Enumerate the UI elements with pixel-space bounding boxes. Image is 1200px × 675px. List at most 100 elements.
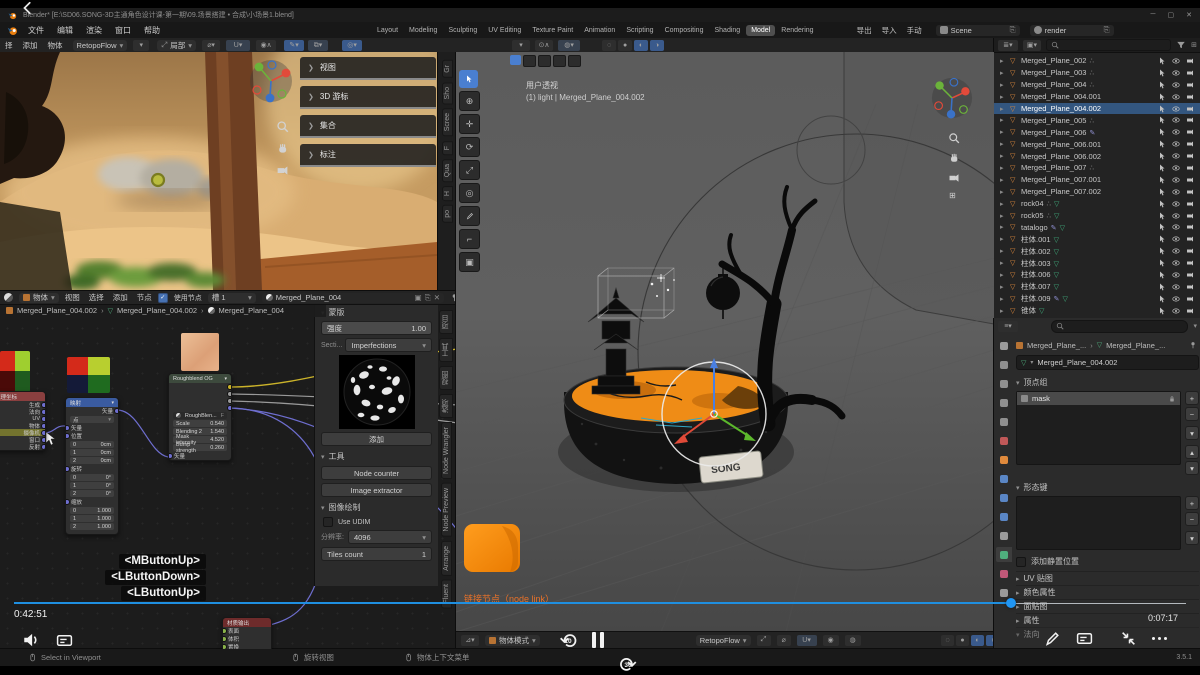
material-shading-icon[interactable]: ◐ <box>971 635 984 646</box>
zoom-icon[interactable] <box>276 120 289 133</box>
shader-editor-type-icon[interactable] <box>4 293 13 302</box>
value-field[interactable]: 11.000 <box>70 515 114 522</box>
object-name[interactable]: Merged_Plane_006 <box>1021 128 1086 137</box>
group-value-field[interactable]: Scale0.540 <box>173 420 227 427</box>
retopoflow-menu[interactable]: RetopoFlow▾ <box>696 635 751 646</box>
camera-render-visibility-icon[interactable] <box>1186 93 1194 101</box>
hide-eye-icon[interactable] <box>1172 176 1180 184</box>
selectable-cursor-icon[interactable] <box>1158 152 1166 160</box>
hide-eye-icon[interactable] <box>1172 223 1180 231</box>
navigation-gizmo[interactable] <box>930 76 974 120</box>
section-dropdown[interactable]: Imperfections▾ <box>345 338 432 352</box>
node-output-row[interactable]: 法向 <box>0 408 45 415</box>
properties-tab[interactable] <box>996 357 1012 372</box>
lock-icon[interactable] <box>1168 395 1176 403</box>
outliner-row[interactable]: ▸ ▽ Merged_Plane_007.001 <box>994 174 1200 186</box>
object-name[interactable]: Merged_Plane_003 <box>1021 68 1086 77</box>
workspace-tab[interactable]: Modeling <box>404 25 442 36</box>
sidebar-panel-header[interactable]: ❯ 标注 <box>300 144 436 167</box>
pan-hand-icon[interactable] <box>948 152 960 164</box>
hide-eye-icon[interactable] <box>1172 259 1180 267</box>
workspace-tab[interactable]: Model <box>746 25 775 36</box>
filter-funnel-icon[interactable] <box>1176 40 1186 50</box>
outliner-filter-collection-icon[interactable]: ▣▾ <box>1023 40 1041 51</box>
expand-arrow-icon[interactable]: ▸ <box>1000 81 1010 89</box>
select-box-tool[interactable] <box>459 70 478 88</box>
outliner-row[interactable]: ▸ ▽ 柱体.009 ✎▽ <box>994 293 1200 305</box>
camera-render-visibility-icon[interactable] <box>1186 200 1194 208</box>
hide-eye-icon[interactable] <box>1172 152 1180 160</box>
object-name[interactable]: Merged_Plane_007.001 <box>1021 175 1101 184</box>
data-name-field[interactable]: ▽ ▾ Merged_Plane_004.002 <box>1016 355 1199 370</box>
blender-menu-logo-icon[interactable] <box>7 25 18 36</box>
expand-arrow-icon[interactable]: ▸ <box>1000 57 1010 65</box>
camera-render-visibility-icon[interactable] <box>1186 307 1194 315</box>
camera-render-visibility-icon[interactable] <box>1186 81 1194 89</box>
object-name[interactable]: Merged_Plane_005 <box>1021 116 1086 125</box>
value-field[interactable]: 21.000 <box>70 523 114 530</box>
object-name[interactable]: Merged_Plane_004.001 <box>1021 92 1101 101</box>
node-sidebar-tab[interactable]: Node Wrangler <box>441 422 452 479</box>
camera-render-visibility-icon[interactable] <box>1186 128 1194 136</box>
sidebar-tab[interactable]: H <box>442 186 453 201</box>
workspace-tab[interactable]: Texture Paint <box>527 25 578 36</box>
object-name[interactable]: 柱体.009 <box>1021 293 1051 304</box>
properties-tab[interactable] <box>996 547 1012 562</box>
expand-arrow-icon[interactable]: ▸ <box>1000 271 1010 279</box>
outliner-row[interactable]: ▸ ▽ 锥体 ▽ <box>994 305 1200 317</box>
expand-arrow-icon[interactable]: ▸ <box>1000 307 1010 315</box>
roughblend-group-node[interactable]: Roughblend OG▾ RoughBlen...F Scale0.540B… <box>168 373 232 461</box>
selectable-cursor-icon[interactable] <box>1158 307 1166 315</box>
vertex-group-row[interactable]: mask <box>1017 392 1180 405</box>
shape-key-specials-button[interactable]: ▾ <box>1185 531 1199 545</box>
tiles-count-field[interactable]: Tiles count1 <box>321 547 432 561</box>
object-name[interactable]: Merged_Plane_006.002 <box>1021 152 1101 161</box>
selectable-cursor-icon[interactable] <box>1158 235 1166 243</box>
wireframe-shading-icon[interactable]: ◌ <box>941 635 954 646</box>
expand-arrow-icon[interactable]: ▸ <box>1000 116 1010 124</box>
add-group-button[interactable]: + <box>1185 391 1199 405</box>
hide-eye-icon[interactable] <box>1172 93 1180 101</box>
move-up-button[interactable]: ▴ <box>1185 445 1199 459</box>
hide-eye-icon[interactable] <box>1172 81 1180 89</box>
outliner-row[interactable]: ▸ ▽ 柱体.002 ▽ <box>994 245 1200 257</box>
selectable-cursor-icon[interactable] <box>1158 200 1166 208</box>
object-name[interactable]: Merged_Plane_007.002 <box>1021 187 1101 196</box>
selectable-cursor-icon[interactable] <box>1158 176 1166 184</box>
outliner-row[interactable]: ▸ ▽ Merged_Plane_006 ✎ <box>994 126 1200 138</box>
outliner-search-input[interactable] <box>1046 39 1171 51</box>
outliner-row[interactable]: ▸ ▽ Merged_Plane_006.002 <box>994 150 1200 162</box>
view-layer-copy-icon[interactable]: ⎘ <box>1104 25 1110 35</box>
hide-eye-icon[interactable] <box>1172 200 1180 208</box>
camera-render-visibility-icon[interactable] <box>1186 295 1194 303</box>
view-layer-selector[interactable]: render ⎘ <box>1030 25 1114 36</box>
sidebar-tab[interactable]: F <box>442 141 453 155</box>
view-object-types-icon[interactable]: ▾ <box>512 40 530 51</box>
select-mode-icon[interactable] <box>538 55 551 67</box>
hide-eye-icon[interactable] <box>1172 140 1180 148</box>
menu-item[interactable]: 编辑 <box>57 25 73 36</box>
pan-hand-icon[interactable] <box>276 142 289 155</box>
object-name[interactable]: 柱体.007 <box>1021 281 1051 292</box>
outliner-row[interactable]: ▸ ▽ tatalogo ✎▽ <box>994 221 1200 233</box>
tool-button[interactable]: Image extractor <box>321 483 432 497</box>
node-sidebar-tab[interactable]: 工具 <box>439 338 453 362</box>
maximize-button[interactable]: ▢ <box>1168 11 1175 19</box>
use-nodes-checkbox[interactable]: ✓ <box>158 293 168 303</box>
selectable-cursor-icon[interactable] <box>1158 212 1166 220</box>
expand-arrow-icon[interactable]: ▸ <box>1000 235 1010 243</box>
outliner-row[interactable]: ▸ ▽ Merged_Plane_005 ∴ <box>994 114 1200 126</box>
transform-orientation[interactable]: ⤢ 局部▾ <box>157 40 196 51</box>
selectable-cursor-icon[interactable] <box>1158 188 1166 196</box>
camera-render-visibility-icon[interactable] <box>1186 283 1194 291</box>
properties-tab[interactable] <box>996 585 1012 600</box>
node-group-datablock[interactable]: RoughBlen...F <box>173 412 227 419</box>
move-down-button[interactable]: ▾ <box>1185 461 1199 475</box>
copy-material-icon[interactable]: ⎘ <box>425 293 431 303</box>
outliner-row[interactable]: ▸ ▽ 柱体.003 ▽ <box>994 257 1200 269</box>
object-name[interactable]: 柱体.003 <box>1021 258 1051 269</box>
selectable-cursor-icon[interactable] <box>1158 69 1166 77</box>
sidebar-tab[interactable]: Qua <box>442 159 453 182</box>
group-specials-button[interactable]: ▾ <box>1185 426 1199 440</box>
camera-render-visibility-icon[interactable] <box>1186 105 1194 113</box>
